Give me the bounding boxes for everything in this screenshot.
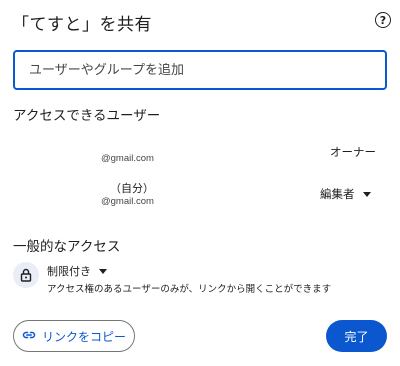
person-role-label: 編集者 — [320, 187, 355, 201]
people-section-heading: アクセスできるユーザー — [13, 108, 161, 124]
add-people-field[interactable] — [13, 50, 387, 90]
general-access-description: アクセス権のあるユーザーのみが、リンクから開くことができます — [47, 284, 332, 295]
copy-link-label: リンクをコピー — [41, 329, 126, 344]
general-access-level: 制限付き — [47, 265, 91, 278]
copy-link-button[interactable]: リンクをコピー — [13, 320, 135, 352]
dropdown-caret-icon — [99, 268, 107, 274]
done-button[interactable]: 完了 — [326, 320, 387, 352]
person-role-dropdown[interactable]: 編集者 — [320, 186, 371, 202]
person-name-self: （自分） — [110, 182, 154, 195]
link-icon — [22, 328, 36, 345]
dialog-title: 「てすと」を共有 — [12, 15, 152, 35]
add-people-input[interactable] — [29, 62, 369, 78]
general-access-heading: 一般的なアクセス — [13, 239, 121, 255]
person-email: @gmail.com — [101, 153, 154, 164]
general-access-dropdown[interactable]: 制限付き — [47, 263, 107, 279]
person-role-owner: オーナー — [330, 145, 376, 159]
lock-icon — [13, 262, 39, 288]
person-email: @gmail.com — [101, 196, 154, 207]
dropdown-caret-icon — [362, 191, 371, 197]
help-icon[interactable]: ? — [375, 12, 391, 28]
